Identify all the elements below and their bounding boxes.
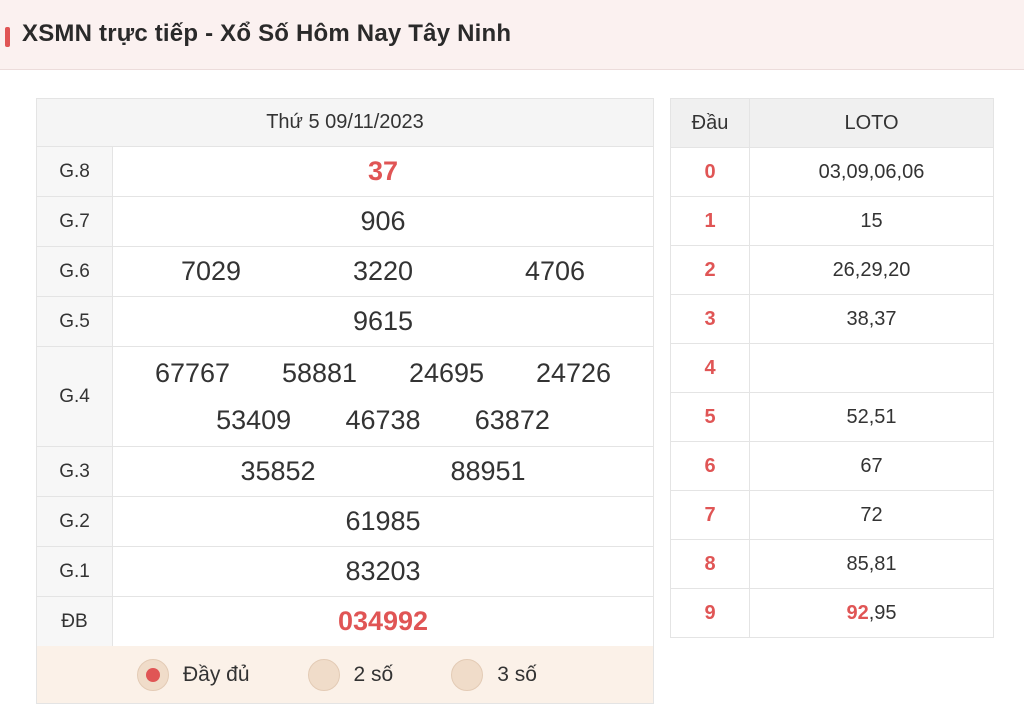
prize-label: G.4	[36, 346, 113, 447]
prize-row-special: ĐB 034992	[36, 596, 654, 647]
page-header: XSMN trực tiếp - Xổ Số Hôm Nay Tây Ninh	[0, 0, 1024, 70]
prize-row-g6: G.6 7029 3220 4706	[36, 246, 654, 297]
prize-label: G.3	[36, 446, 113, 497]
prize-row-g2: G.2 61985	[36, 496, 654, 547]
loto-header-loto: LOTO	[749, 98, 994, 148]
draw-date: Thứ 5 09/11/2023	[36, 98, 654, 147]
radio-icon[interactable]	[451, 658, 484, 691]
prize-number: 7029	[180, 256, 242, 286]
date-row: Thứ 5 09/11/2023	[36, 98, 654, 147]
loto-head: 1	[670, 196, 750, 246]
prize-label: G.7	[36, 196, 113, 247]
loto-head: 9	[670, 588, 750, 638]
header-accent-bar	[5, 27, 10, 47]
prize-row-g1: G.1 83203	[36, 546, 654, 597]
display-options: Đầy đủ 2 số 3 số	[36, 646, 654, 704]
loto-values: 15	[749, 196, 994, 246]
prize-label: ĐB	[36, 596, 113, 647]
prize-number: 46738	[345, 404, 421, 435]
radio-icon[interactable]	[307, 658, 340, 691]
option-full[interactable]: Đầy đủ	[137, 658, 250, 691]
loto-values: 52,51	[749, 392, 994, 442]
prize-label: G.6	[36, 246, 113, 297]
loto-row: 4	[670, 343, 994, 393]
loto-values: 72	[749, 490, 994, 540]
prize-number: 24726	[535, 357, 612, 388]
loto-head: 8	[670, 539, 750, 589]
loto-row: 2 26,29,20	[670, 245, 994, 295]
loto-row: 9 92,95	[670, 588, 994, 638]
result-table: Thứ 5 09/11/2023 G.8 37 G.7 906 G.6 7029…	[36, 98, 654, 647]
prize-number: 35852	[240, 456, 316, 486]
radio-selected-icon[interactable]	[137, 658, 169, 691]
loto-row: 1 15	[670, 196, 994, 246]
loto-values: 03,09,06,06	[749, 147, 994, 197]
prize-row-g7: G.7 906	[36, 196, 654, 247]
special-prize-number: 034992	[337, 606, 429, 636]
loto-header-dau: Đầu	[670, 98, 750, 148]
loto-head: 2	[670, 245, 750, 295]
prize-number: 9615	[352, 306, 414, 336]
prize-label: G.5	[36, 296, 113, 347]
prize-row-g5: G.5 9615	[36, 296, 654, 347]
loto-table: Đầu LOTO 0 03,09,06,06 1 15 2 26,29,20 3 38,…	[670, 98, 994, 638]
prize-number: 37	[367, 156, 399, 186]
loto-row: 5 52,51	[670, 392, 994, 442]
prize-label: G.2	[36, 496, 113, 547]
option-label: 3 số	[497, 662, 537, 686]
loto-row: 3 38,37	[670, 294, 994, 344]
loto-values: 67	[749, 441, 994, 491]
prize-number: 906	[360, 206, 406, 236]
loto-value-rest: ,95	[868, 601, 897, 624]
prize-number: 4706	[524, 256, 586, 286]
loto-head: 4	[670, 343, 750, 393]
prize-label: G.8	[36, 146, 113, 197]
prize-number: 24695	[408, 357, 485, 388]
loto-row: 8 85,81	[670, 539, 994, 589]
loto-head: 3	[670, 294, 750, 344]
loto-values: 85,81	[749, 539, 994, 589]
loto-head: 0	[670, 147, 750, 197]
prize-number: 83203	[345, 556, 421, 586]
option-3-digits[interactable]: 3 số	[451, 658, 537, 691]
prize-number: 63872	[474, 404, 550, 435]
loto-value-highlight: 92	[846, 601, 869, 624]
option-label: Đầy đủ	[183, 662, 250, 686]
option-label: 2 số	[353, 662, 394, 686]
prize-label: G.1	[36, 546, 113, 597]
loto-row: 6 67	[670, 441, 994, 491]
prize-number: 3220	[352, 256, 414, 286]
prize-number: 58881	[281, 357, 358, 388]
prize-row-g8: G.8 37	[36, 146, 654, 197]
loto-values: 38,37	[749, 294, 994, 344]
loto-row: 0 03,09,06,06	[670, 147, 994, 197]
prize-number: 67767	[154, 357, 231, 388]
loto-head: 7	[670, 490, 750, 540]
prize-number: 88951	[450, 456, 526, 486]
loto-values	[749, 343, 994, 393]
prize-number: 53409	[216, 404, 292, 435]
prize-row-g4: G.4 67767 58881 24695 24726 53409 46738 …	[36, 346, 654, 447]
option-2-digits[interactable]: 2 số	[307, 658, 394, 691]
page-title: XSMN trực tiếp - Xổ Số Hôm Nay Tây Ninh	[22, 20, 512, 47]
loto-row: 7 72	[670, 490, 994, 540]
loto-values: 92,95	[749, 588, 994, 638]
prize-row-g3: G.3 35852 88951	[36, 446, 654, 497]
loto-head: 6	[670, 441, 750, 491]
loto-head: 5	[670, 392, 750, 442]
prize-number: 61985	[345, 506, 421, 536]
loto-header-row: Đầu LOTO	[670, 98, 994, 148]
loto-values: 26,29,20	[749, 245, 994, 295]
